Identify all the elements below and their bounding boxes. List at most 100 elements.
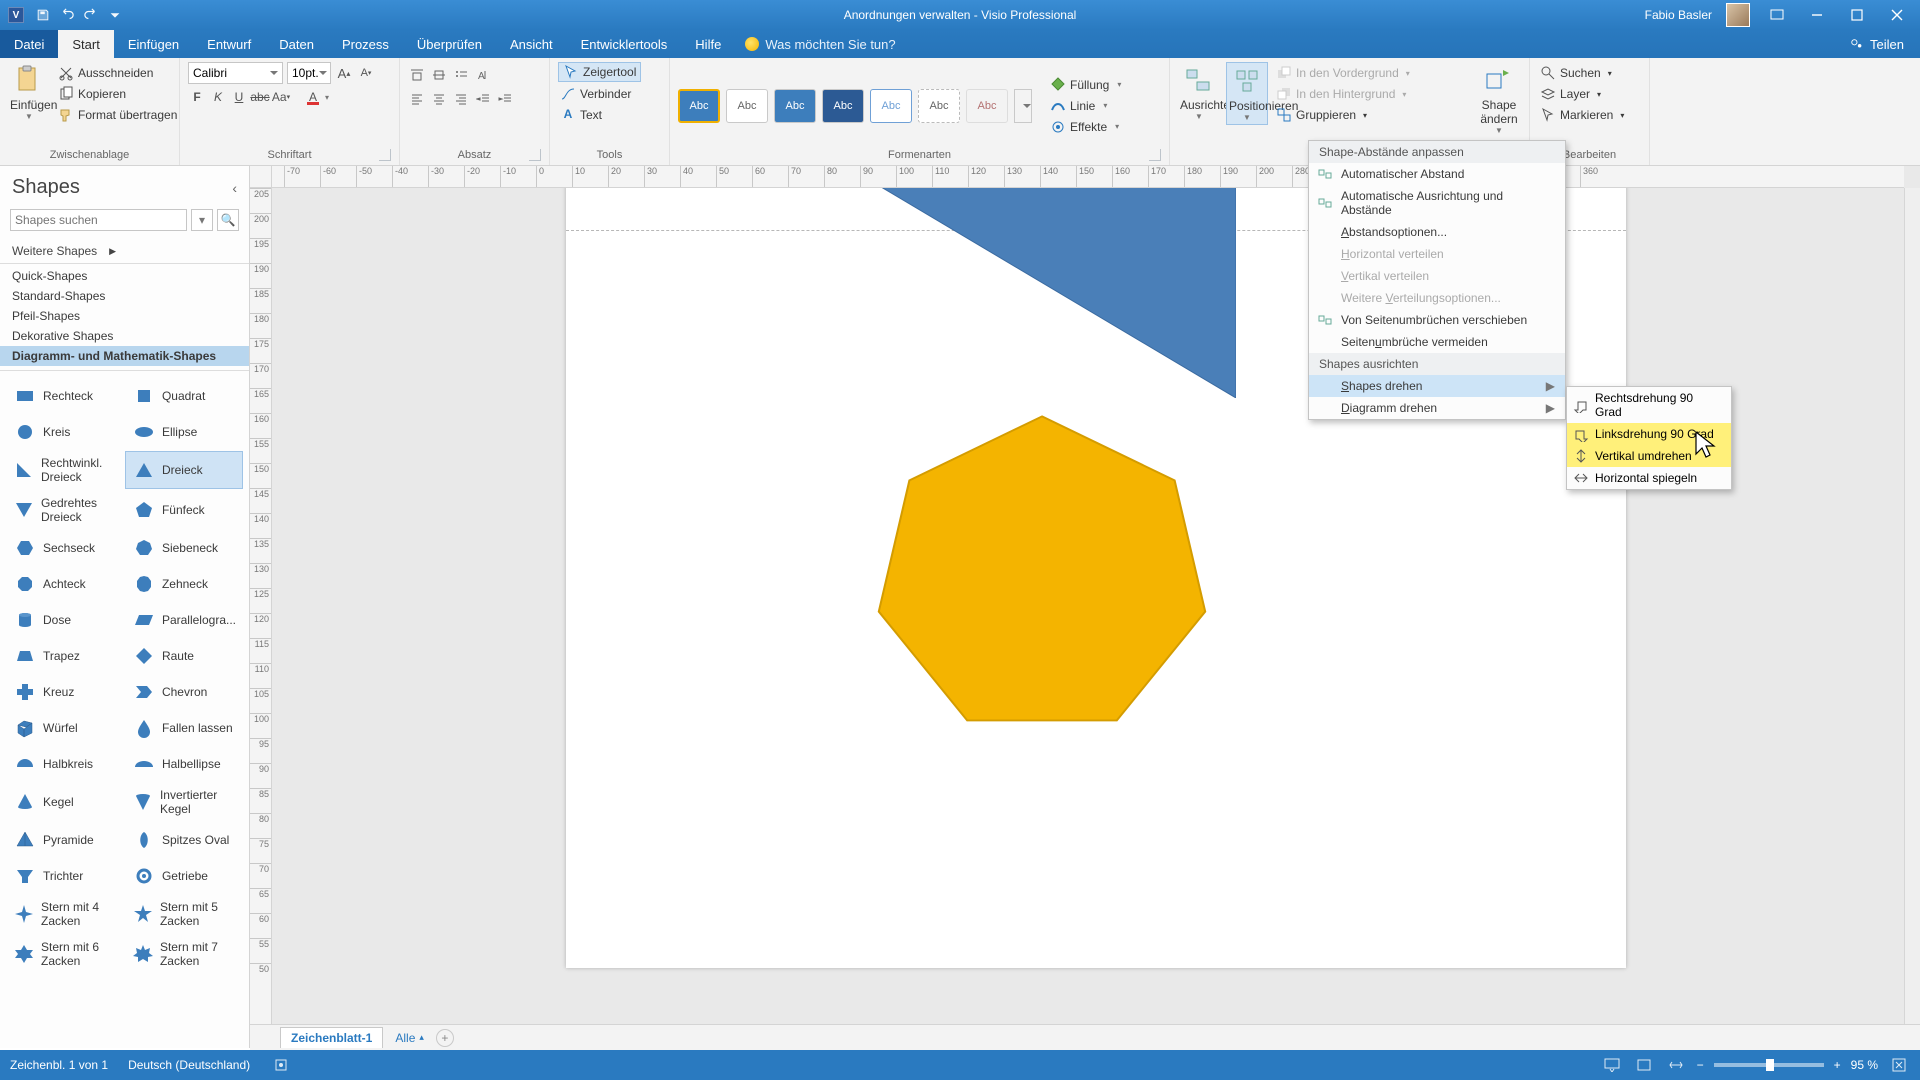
find-button[interactable]: Suchen▾ [1538, 64, 1626, 82]
change-shape-button[interactable]: Shapeändern▼ [1478, 62, 1520, 137]
style-swatch-2[interactable]: Abc [726, 89, 768, 123]
bring-front-button[interactable]: In den Vordergrund▾ [1274, 64, 1412, 82]
shape-item[interactable]: Ellipse [125, 415, 243, 449]
shape-item[interactable]: Pyramide [6, 823, 121, 857]
tab-ansicht[interactable]: Ansicht [496, 30, 567, 58]
vertical-ruler[interactable]: 2052001951901851801751701651601551501451… [250, 188, 272, 1026]
bullets-icon[interactable] [452, 66, 470, 84]
close-icon[interactable] [1884, 5, 1910, 25]
shape-item[interactable]: Chevron [125, 675, 243, 709]
underline-button[interactable]: U [230, 88, 248, 106]
shape-item[interactable]: Halbellipse [125, 747, 243, 781]
shape-item[interactable]: Raute [125, 639, 243, 673]
align-top-icon[interactable] [408, 66, 426, 84]
style-swatch-5[interactable]: Abc [870, 89, 912, 123]
submenu-item[interactable]: Vertikal umdrehen [1567, 445, 1731, 467]
all-pages-button[interactable]: Alle ▴ [395, 1031, 424, 1045]
tab-einfuegen[interactable]: Einfügen [114, 30, 193, 58]
add-page-icon[interactable]: + [436, 1029, 454, 1047]
align-button[interactable]: Ausrichten▼ [1178, 62, 1220, 123]
more-shapes-item[interactable]: Weitere Shapes▶ [0, 241, 249, 261]
shape-item[interactable]: Stern mit 5 Zacken [125, 895, 243, 933]
qat-customize-icon[interactable] [108, 8, 122, 22]
share-button[interactable]: Teilen [1834, 30, 1920, 58]
shape-search-input[interactable] [10, 209, 187, 231]
drawing-viewport[interactable] [272, 188, 1904, 1026]
triangle-shape[interactable] [866, 188, 1236, 398]
shape-item[interactable]: Achteck [6, 567, 121, 601]
effects-button[interactable]: Effekte▾ [1048, 118, 1123, 136]
menu-item[interactable]: Von Seitenumbrüchen verschieben [1309, 309, 1565, 331]
tab-prozess[interactable]: Prozess [328, 30, 403, 58]
position-button[interactable]: Positionieren▼ [1226, 62, 1268, 125]
vertical-scrollbar[interactable] [1904, 188, 1920, 1026]
shape-item[interactable]: Dose [6, 603, 121, 637]
redo-icon[interactable] [84, 8, 98, 22]
menu-item[interactable]: Abstandsoptionen... [1309, 221, 1565, 243]
shape-item[interactable]: Stern mit 7 Zacken [125, 935, 243, 973]
submenu-item[interactable]: Rechtsdrehung 90 Grad [1567, 387, 1731, 423]
ribbon-display-icon[interactable] [1764, 5, 1790, 25]
grow-font-icon[interactable]: A▴ [335, 64, 353, 82]
shape-item[interactable]: Invertierter Kegel [125, 783, 243, 821]
style-swatch-6[interactable]: Abc [918, 89, 960, 123]
zoom-level[interactable]: 95 % [1851, 1058, 1878, 1072]
shapestyles-launcher-icon[interactable] [1149, 149, 1161, 161]
style-swatch-7[interactable]: Abc [966, 89, 1008, 123]
stencil-diagram-math[interactable]: Diagramm- und Mathematik-Shapes [0, 346, 249, 366]
save-icon[interactable] [36, 8, 50, 22]
font-launcher-icon[interactable] [379, 149, 391, 161]
bold-button[interactable]: F [188, 88, 206, 106]
layer-button[interactable]: Layer▾ [1538, 85, 1626, 103]
menu-item[interactable]: Automatische Ausrichtung und Abstände [1309, 185, 1565, 221]
format-painter-button[interactable]: Format übertragen [56, 106, 179, 124]
connector-tool[interactable]: Verbinder [558, 85, 633, 103]
shape-item[interactable]: Gedrehtes Dreieck [6, 491, 121, 529]
menu-item[interactable]: Shapes drehen▶ [1309, 375, 1565, 397]
maximize-icon[interactable] [1844, 5, 1870, 25]
horizontal-ruler[interactable]: -70-60-50-40-30-20-100102030405060708090… [272, 166, 1904, 188]
align-center-icon[interactable] [430, 90, 448, 108]
shape-item[interactable]: Fünfeck [125, 491, 243, 529]
zoom-out-icon[interactable]: − [1697, 1058, 1704, 1072]
page-width-icon[interactable] [1665, 1056, 1687, 1074]
font-color-button[interactable]: A [304, 88, 322, 106]
stencil-standard[interactable]: Standard-Shapes [0, 286, 249, 306]
tab-ueberpruefen[interactable]: Überprüfen [403, 30, 496, 58]
shape-item[interactable]: Kreuz [6, 675, 121, 709]
fill-button[interactable]: Füllung▾ [1048, 76, 1123, 94]
shape-item[interactable]: Quadrat [125, 379, 243, 413]
shape-item[interactable]: Parallelogra... [125, 603, 243, 637]
shape-item[interactable]: Fallen lassen [125, 711, 243, 745]
shape-item[interactable]: Rechtwinkl. Dreieck [6, 451, 121, 489]
tab-hilfe[interactable]: Hilfe [681, 30, 735, 58]
zoom-in-icon[interactable]: + [1834, 1058, 1841, 1072]
macro-record-icon[interactable] [270, 1056, 292, 1074]
copy-button[interactable]: Kopieren [56, 85, 179, 103]
font-name-combo[interactable]: Calibri [188, 62, 283, 84]
tab-entwurf[interactable]: Entwurf [193, 30, 265, 58]
text-tool[interactable]: AText [558, 106, 604, 124]
tell-me-search[interactable]: Was möchten Sie tun? [735, 30, 895, 58]
stencil-quick[interactable]: Quick-Shapes [0, 266, 249, 286]
text-direction-icon[interactable]: A [474, 66, 492, 84]
italic-button[interactable]: K [209, 88, 227, 106]
style-swatch-3[interactable]: Abc [774, 89, 816, 123]
style-gallery-more-icon[interactable] [1014, 89, 1032, 123]
tab-entwicklertools[interactable]: Entwicklertools [567, 30, 682, 58]
shape-item[interactable]: Stern mit 6 Zacken [6, 935, 121, 973]
font-size-combo[interactable]: 10pt. [287, 62, 331, 84]
presentation-view-icon[interactable] [1601, 1056, 1623, 1074]
shrink-font-icon[interactable]: A▾ [357, 64, 375, 82]
tab-file[interactable]: Datei [0, 30, 58, 58]
send-back-button[interactable]: In den Hintergrund▾ [1274, 85, 1412, 103]
menu-item[interactable]: Automatischer Abstand [1309, 163, 1565, 185]
shape-style-gallery[interactable]: Abc Abc Abc Abc Abc Abc Abc [678, 89, 1032, 123]
shape-item[interactable]: Stern mit 4 Zacken [6, 895, 121, 933]
shape-item[interactable]: Kreis [6, 415, 121, 449]
shape-item[interactable]: Trapez [6, 639, 121, 673]
style-swatch-4[interactable]: Abc [822, 89, 864, 123]
paste-button[interactable]: Einfügen ▼ [8, 62, 50, 123]
user-avatar[interactable] [1726, 3, 1750, 27]
strike-button[interactable]: abc [251, 88, 269, 106]
